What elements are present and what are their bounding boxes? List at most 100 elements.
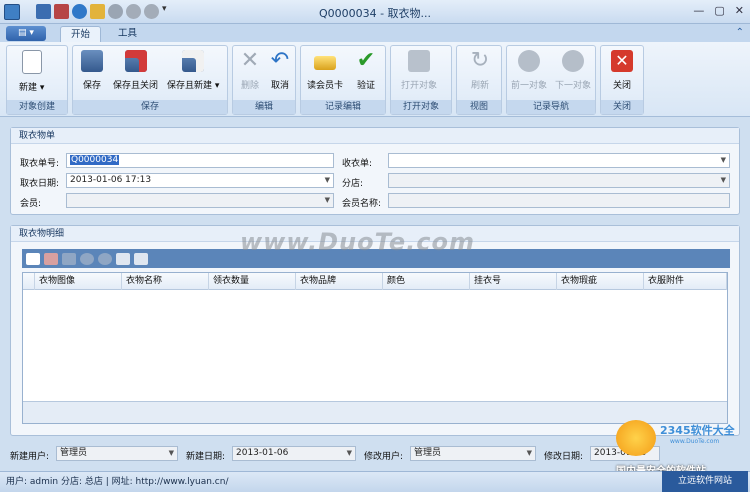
move-down-icon[interactable] [98, 252, 112, 265]
close-icon: ✕ [611, 50, 633, 72]
column-header[interactable]: 领衣数量 [209, 273, 296, 290]
new-user-select[interactable]: 管理员 ▼ [56, 446, 178, 461]
pickup-date-input[interactable]: 2013-01-06 17:13 ▼ [66, 173, 334, 188]
modified-user-label: 修改用户: [364, 452, 404, 462]
close-icon[interactable]: ✕ [735, 4, 744, 17]
chevron-down-icon[interactable]: ▼ [325, 174, 330, 187]
group-label: 记录导航 [507, 100, 595, 114]
column-header[interactable]: 衣物瑕疵 [557, 273, 644, 290]
column-header[interactable]: 颜色 [383, 273, 470, 290]
group-label: 视图 [457, 100, 501, 114]
member-name-input[interactable] [388, 193, 730, 208]
receipt-select[interactable]: ▼ [388, 153, 730, 168]
refresh-icon: ↻ [470, 48, 490, 73]
export-icon[interactable] [116, 252, 130, 265]
minimize-icon[interactable]: — [693, 4, 704, 17]
application-menu-button[interactable]: ▤ ▾ [6, 26, 46, 41]
tab-tools[interactable]: 工具 [108, 26, 147, 42]
branch-label: 分店: [342, 179, 364, 189]
column-header[interactable]: 衣物名称 [122, 273, 209, 290]
read-member-card-button[interactable]: 读会员卡 [307, 50, 343, 91]
watermark-text: www.DuoTe.com [240, 228, 475, 256]
grid-header: 衣物图像 衣物名称 领衣数量 衣物品牌 颜色 挂衣号 衣物瑕疵 衣服附件 [23, 273, 727, 290]
group-view: ↻ 刷新 视图 [456, 45, 502, 115]
column-header[interactable]: 挂衣号 [470, 273, 557, 290]
save-and-close-button[interactable]: 保存且关闭 [113, 50, 158, 91]
chevron-down-icon[interactable]: ▼ [325, 194, 330, 207]
member-select[interactable]: ▼ [66, 193, 334, 208]
new-button[interactable]: 新建 ▾ [19, 50, 44, 93]
watermark-brand-url: www.DuoTe.com [670, 438, 720, 445]
branch-select[interactable]: ▼ [388, 173, 730, 188]
website-link[interactable]: 立远软件网站 [662, 471, 748, 492]
previous-object-button[interactable]: 前一对象 [511, 50, 547, 91]
ribbon-collapse-icon[interactable]: ⌃ [736, 27, 744, 38]
ribbon: 新建 ▾ 对象创建 保存 保存且关闭 保存且新建 ▾ 保存 ✕ 删除 ↶ 取消 … [0, 42, 750, 117]
delete-icon: ✕ [240, 48, 260, 73]
title-bar: ▾ Q0000034 - 取衣物... — ▢ ✕ [0, 0, 750, 24]
delete-button[interactable]: ✕ 删除 [239, 48, 261, 92]
chevron-down-icon[interactable]: ▼ [721, 154, 726, 167]
arrow-up-icon [518, 50, 540, 72]
cancel-button[interactable]: ↶ 取消 [269, 48, 291, 92]
pickup-date-value: 2013-01-06 17:13 [70, 175, 152, 185]
ribbon-tab-bar: ▤ ▾ 开始 工具 ⌃ [0, 24, 750, 42]
group-save: 保存 保存且关闭 保存且新建 ▾ 保存 [72, 45, 228, 115]
arrow-down-icon [562, 50, 584, 72]
search-icon[interactable] [134, 252, 148, 265]
save-close-icon [124, 50, 147, 72]
save-new-icon [182, 50, 205, 72]
save-and-new-button[interactable]: 保存且新建 ▾ [167, 50, 219, 91]
watermark-logo: 2345软件大全 www.DuoTe.com 国内最安全的软件站 [612, 420, 750, 477]
modified-date-label: 修改日期: [544, 452, 584, 462]
group-object-create: 新建 ▾ 对象创建 [6, 45, 68, 115]
close-button[interactable]: ✕ 关闭 [611, 50, 633, 91]
next-object-button[interactable]: 下一对象 [555, 50, 591, 91]
new-date-label: 新建日期: [186, 452, 226, 462]
column-header[interactable]: 衣物品牌 [296, 273, 383, 290]
checkmark-icon: ✔ [356, 48, 376, 73]
member-card-icon [314, 56, 336, 70]
chevron-down-icon[interactable]: ▼ [721, 174, 726, 187]
delete-row-icon[interactable] [44, 252, 58, 265]
maximize-icon[interactable]: ▢ [714, 4, 724, 17]
status-bar: 用户: admin 分店: 总店 | 网址: http://www.lyuan.… [0, 471, 750, 492]
group-edit: ✕ 删除 ↶ 取消 编辑 [232, 45, 296, 115]
panel-header: 取衣物单 [11, 128, 739, 144]
member-name-label: 会员名称: [342, 199, 382, 209]
group-close: ✕ 关闭 关闭 [600, 45, 644, 115]
column-header[interactable]: 衣服附件 [644, 273, 727, 290]
save-icon [81, 50, 103, 72]
new-row-icon[interactable] [26, 252, 40, 265]
chevron-down-icon[interactable]: ▼ [527, 447, 532, 460]
edit-row-icon[interactable] [62, 252, 76, 265]
pickup-date-label: 取衣日期: [20, 179, 60, 189]
save-button[interactable]: 保存 [81, 50, 103, 91]
window-controls: — ▢ ✕ [693, 4, 744, 17]
open-object-button[interactable]: 打开对象 [401, 50, 437, 91]
chevron-down-icon[interactable]: ▼ [169, 447, 174, 460]
column-header[interactable]: 衣物图像 [35, 273, 122, 290]
tab-start[interactable]: 开始 [60, 26, 102, 42]
group-label: 记录编辑 [301, 100, 385, 114]
move-up-icon[interactable] [80, 252, 94, 265]
new-document-icon [21, 50, 42, 74]
undo-icon: ↶ [270, 48, 290, 73]
group-record-nav: 前一对象 下一对象 记录导航 [506, 45, 596, 115]
row-indicator-header [23, 273, 35, 290]
order-no-input[interactable]: Q0000034 [66, 153, 334, 168]
mascot-icon [616, 420, 656, 456]
group-label: 打开对象 [391, 100, 451, 114]
group-label: 对象创建 [7, 100, 67, 114]
group-label: 编辑 [233, 100, 295, 114]
status-text: 用户: admin 分店: 总店 | 网址: http://www.lyuan.… [6, 477, 229, 487]
open-object-icon [408, 50, 430, 72]
modified-user-select[interactable]: 管理员 ▼ [410, 446, 536, 461]
chevron-down-icon[interactable]: ▼ [347, 447, 352, 460]
refresh-button[interactable]: ↻ 刷新 [469, 48, 491, 92]
verify-button[interactable]: ✔ 验证 [355, 48, 377, 92]
details-grid[interactable]: 衣物图像 衣物名称 领衣数量 衣物品牌 颜色 挂衣号 衣物瑕疵 衣服附件 [22, 272, 728, 424]
receipt-label: 收衣单: [342, 159, 373, 169]
new-date-input[interactable]: 2013-01-06 ▼ [232, 446, 356, 461]
member-label: 会员: [20, 199, 42, 209]
